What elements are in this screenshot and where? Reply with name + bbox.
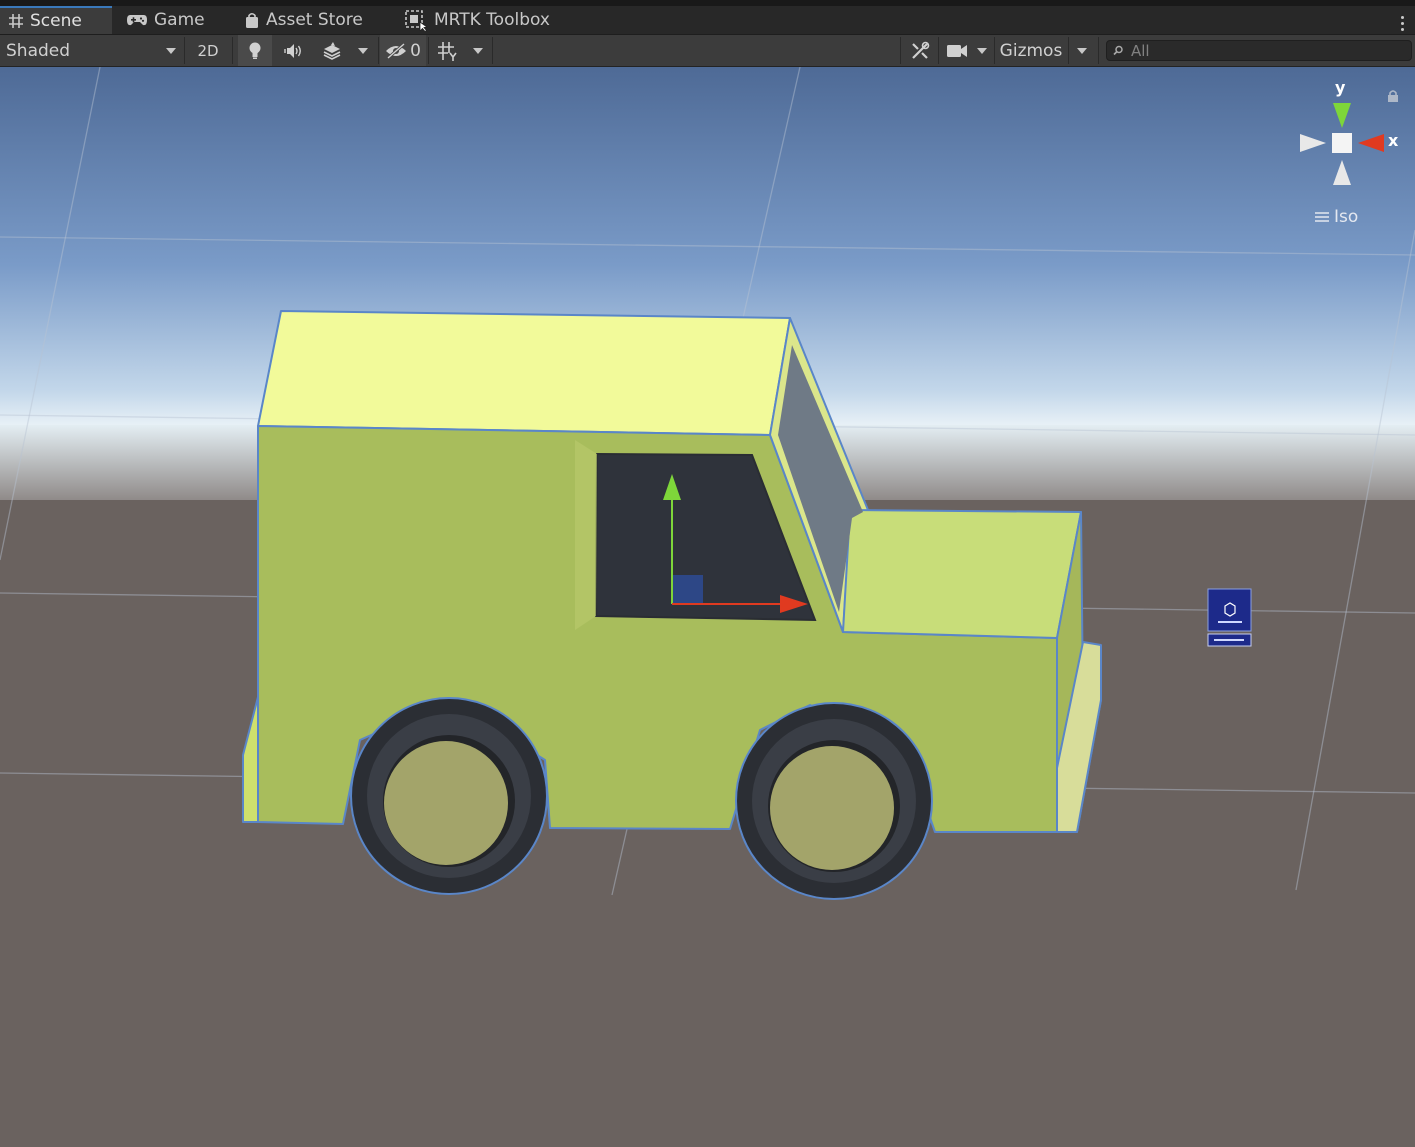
toggle-2d-button[interactable]: 2D xyxy=(190,35,226,66)
toolbox-icon xyxy=(405,10,428,31)
camera-dropdown[interactable] xyxy=(972,35,992,66)
axis-x-label: x xyxy=(1388,131,1399,150)
effects-layers-icon xyxy=(323,41,341,60)
draw-mode-label: Shaded xyxy=(6,40,71,61)
tab-asset-store-label: Asset Store xyxy=(266,10,363,30)
tab-asset-store[interactable]: Asset Store xyxy=(236,6,376,34)
gamepad-icon xyxy=(127,15,147,26)
chevron-down-icon xyxy=(473,47,483,54)
toolbar-divider xyxy=(184,37,185,64)
toolbar-divider xyxy=(900,37,901,64)
tab-mrtk-toolbox-label: MRTK Toolbox xyxy=(434,10,550,30)
hamburger-icon xyxy=(1315,212,1329,222)
more-options-icon[interactable] xyxy=(1401,16,1405,34)
toolbar-divider xyxy=(994,37,995,64)
toolbar-divider xyxy=(938,37,939,64)
chevron-down-icon xyxy=(166,47,176,54)
lighting-toggle[interactable] xyxy=(238,35,272,66)
scene-render xyxy=(0,67,1415,1147)
tab-game-label: Game xyxy=(154,10,205,30)
draw-mode-dropdown[interactable]: Shaded xyxy=(0,35,182,66)
gizmos-dropdown[interactable] xyxy=(1070,35,1094,66)
grid-hash-icon xyxy=(9,14,23,28)
shopping-bag-icon xyxy=(246,12,258,28)
wrench-screwdriver-icon xyxy=(912,41,930,59)
search-icon xyxy=(1113,45,1123,55)
chevron-down-icon xyxy=(977,47,987,54)
toolbar-divider xyxy=(428,37,429,64)
search-placeholder: All xyxy=(1131,41,1150,60)
toolbar-divider xyxy=(1068,37,1069,64)
grid-snapping-toggle[interactable] xyxy=(432,35,464,66)
effects-toggle[interactable] xyxy=(316,35,348,66)
tools-button[interactable] xyxy=(904,35,936,66)
toolbar-divider xyxy=(492,37,493,64)
tab-scene[interactable]: Scene xyxy=(0,6,112,34)
rear-wheel xyxy=(350,697,548,895)
toolbar-divider xyxy=(1098,37,1099,64)
audio-toggle[interactable] xyxy=(276,35,310,66)
camera-icon xyxy=(947,44,967,57)
scene-viewport[interactable]: y x xyxy=(0,67,1415,1147)
gizmos-label: Gizmos xyxy=(999,40,1063,61)
hidden-eye-icon xyxy=(386,42,407,59)
hierarchy-search-field[interactable]: All xyxy=(1106,40,1412,61)
chevron-down-icon xyxy=(358,47,368,54)
hidden-count: 0 xyxy=(410,40,421,61)
scene-visibility-toggle[interactable]: 0 xyxy=(380,35,426,66)
tab-mrtk-toolbox[interactable]: MRTK Toolbox xyxy=(396,6,576,34)
grid-snap-icon xyxy=(438,41,457,61)
chevron-down-icon xyxy=(1077,47,1087,54)
effects-dropdown[interactable] xyxy=(350,35,376,66)
front-wheel xyxy=(735,702,933,900)
grid-dropdown[interactable] xyxy=(466,35,490,66)
axis-y-label: y xyxy=(1335,78,1346,97)
camera-settings-button[interactable] xyxy=(942,35,972,66)
lightbulb-icon xyxy=(249,42,261,59)
projection-label: Iso xyxy=(1334,207,1359,227)
gizmos-toggle[interactable]: Gizmos xyxy=(996,35,1066,66)
projection-toggle[interactable]: Iso xyxy=(1314,207,1358,227)
toolbar-divider xyxy=(378,37,379,64)
speaker-icon xyxy=(284,43,301,58)
toggle-2d-label: 2D xyxy=(197,41,219,60)
editor-tab-bar: Scene Game Asset Store MRTK Toolbox xyxy=(0,6,1415,35)
lock-icon[interactable] xyxy=(1387,88,1399,107)
tab-scene-label: Scene xyxy=(30,11,82,31)
tab-game[interactable]: Game xyxy=(118,6,218,34)
toolbar-divider xyxy=(232,37,233,64)
